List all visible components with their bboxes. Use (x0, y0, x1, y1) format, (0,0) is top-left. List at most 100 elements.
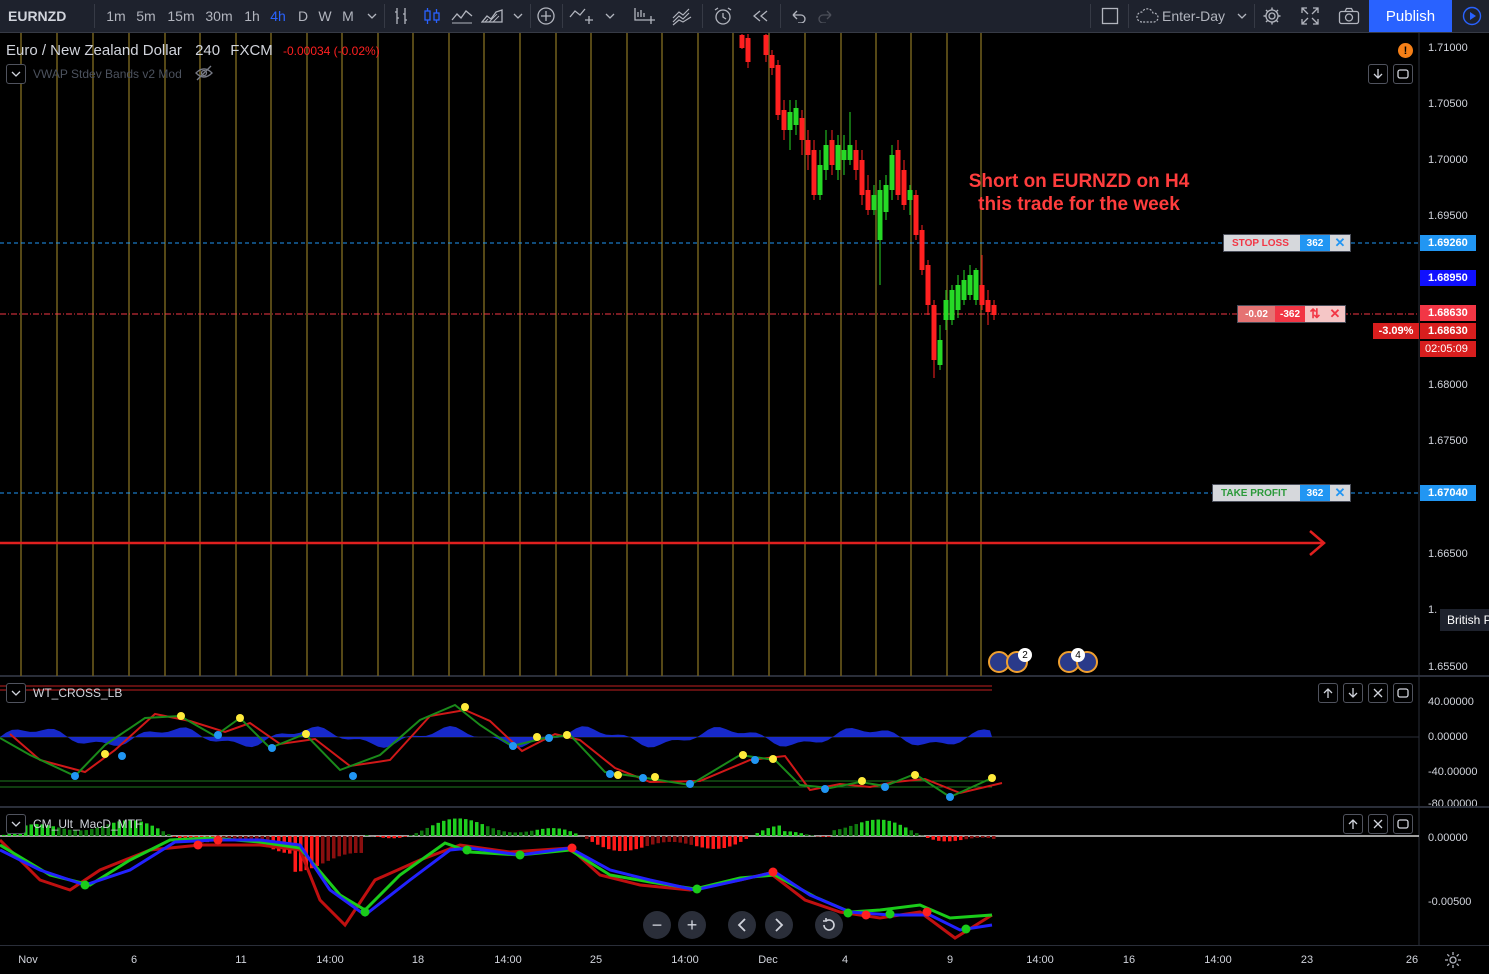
replay-icon[interactable] (746, 0, 776, 32)
interval-15m[interactable]: 15m (165, 0, 197, 32)
interval-1m[interactable]: 1m (104, 0, 128, 32)
undo-icon[interactable] (784, 0, 812, 32)
add-indicator-icon[interactable] (534, 0, 558, 32)
wt-cross-dot (739, 751, 747, 759)
wt-cross-dot (769, 755, 777, 763)
macd-histogram-bar (508, 832, 512, 836)
macd-histogram-bar (689, 836, 693, 845)
fullscreen-icon[interactable] (1296, 0, 1324, 32)
maximize-pane-icon[interactable] (1393, 814, 1413, 834)
wt-cross-title[interactable]: WT_CROSS_LB (33, 686, 122, 700)
area-style-icon[interactable] (478, 0, 506, 32)
macd-histogram-bar (700, 836, 704, 848)
indicator-legend[interactable]: VWAP Stdev Bands v2 Mod (33, 67, 182, 81)
wt-tick: -40.00000 (1428, 766, 1478, 778)
zoom-in-button[interactable]: + (678, 911, 706, 939)
time-axis[interactable]: Nov 6 11 14:00 18 14:00 25 14:00 Dec 4 9… (0, 945, 1489, 974)
close-pane-icon[interactable] (1368, 814, 1388, 834)
close-take-profit-icon[interactable]: ✕ (1330, 485, 1350, 501)
interval-w[interactable]: W (316, 0, 334, 32)
take-profit-order[interactable]: TAKE PROFIT 362 ✕ (1212, 484, 1351, 502)
interval-1h[interactable]: 1h (240, 0, 264, 32)
price-tick: 1.65500 (1428, 661, 1468, 673)
move-up-icon[interactable] (1318, 683, 1338, 703)
macd-histogram-bar (640, 836, 644, 848)
redo-icon[interactable] (812, 0, 840, 32)
scroll-left-button[interactable] (728, 911, 756, 939)
macd-histogram-bar (348, 836, 352, 854)
position-line[interactable]: -0.02 -362 ⇅ ✕ (1237, 305, 1346, 323)
single-layout-icon[interactable] (1096, 0, 1124, 32)
wt-cross-dot (821, 785, 829, 793)
macd-histogram-bar (596, 836, 600, 845)
macd-cross-dot (193, 840, 203, 850)
candle-body (775, 65, 781, 115)
time-axis-settings-icon[interactable] (1444, 951, 1462, 974)
hidden-eye-icon[interactable] (194, 64, 214, 87)
maximize-pane-icon[interactable] (1393, 64, 1413, 84)
collapse-icon[interactable] (6, 814, 26, 834)
interval-d[interactable]: D (294, 0, 312, 32)
macd-histogram-bar (733, 836, 737, 845)
interval-4h[interactable]: 4h (266, 0, 290, 32)
bars-style-icon[interactable] (388, 0, 416, 32)
close-position-icon[interactable]: ✕ (1325, 306, 1345, 322)
macd-histogram-bar (904, 827, 908, 836)
move-up-icon[interactable] (1343, 814, 1363, 834)
candle-body (913, 195, 919, 235)
warning-icon[interactable]: ! (1398, 43, 1413, 58)
stop-loss-order[interactable]: STOP LOSS 362 ✕ (1223, 234, 1351, 252)
move-down-icon[interactable] (1368, 64, 1388, 84)
position-pnl: -0.02 (1238, 306, 1275, 322)
collapse-icon[interactable] (6, 64, 26, 84)
gear-icon[interactable] (1258, 0, 1286, 32)
interval-dropdown-icon[interactable] (362, 0, 382, 32)
time-label: 11 (235, 954, 247, 966)
candles-style-icon[interactable] (418, 0, 446, 32)
toolbar-divider (702, 4, 703, 28)
macd-cross-dot (462, 845, 472, 855)
play-icon[interactable] (1455, 0, 1489, 32)
macd-histogram-bar (656, 836, 660, 844)
macd-histogram-bar (73, 830, 77, 836)
alert-icon[interactable] (708, 0, 738, 32)
close-pane-icon[interactable] (1368, 683, 1388, 703)
maximize-pane-icon[interactable] (1393, 683, 1413, 703)
publish-button[interactable]: Publish (1369, 0, 1452, 32)
indicators-icon[interactable] (630, 0, 660, 32)
cloud-icon[interactable] (1134, 0, 1162, 32)
time-label: 14:00 (494, 954, 522, 966)
compare-icon[interactable] (566, 0, 598, 32)
macd-title[interactable]: CM_Ult_MacD_MTF (33, 817, 142, 831)
macd-cross-dot (80, 880, 90, 890)
reset-chart-button[interactable] (815, 911, 843, 939)
interval-30m[interactable]: 30m (203, 0, 235, 32)
move-down-icon[interactable] (1343, 683, 1363, 703)
trade-annotation[interactable]: Short on EURNZD on H4 this trade for the… (959, 170, 1199, 216)
macd-histogram-bar (343, 836, 347, 855)
macd-histogram-bar (414, 833, 418, 836)
close-stop-loss-icon[interactable]: ✕ (1330, 235, 1350, 251)
macd-histogram-bar (607, 836, 611, 850)
interval-5m[interactable]: 5m (134, 0, 158, 32)
layout-dropdown-icon[interactable] (1232, 0, 1252, 32)
symbol-search[interactable]: EURNZD (0, 0, 92, 32)
candle-body (763, 35, 769, 55)
macd-histogram-bar (684, 836, 688, 844)
reverse-position-icon[interactable]: ⇅ (1305, 306, 1325, 322)
macd-histogram-bar (744, 836, 748, 840)
price-tick: 1.70500 (1428, 98, 1468, 110)
collapse-icon[interactable] (6, 683, 26, 703)
macd-histogram-bar (931, 836, 935, 840)
line-style-icon[interactable] (448, 0, 476, 32)
compare-dropdown-icon[interactable] (600, 0, 620, 32)
scroll-right-button[interactable] (765, 911, 793, 939)
interval-m[interactable]: M (338, 0, 358, 32)
chart-type-dropdown-icon[interactable] (508, 0, 528, 32)
countdown-tag: 02:05:09 (1420, 341, 1476, 357)
wt-cross-dot (268, 744, 276, 752)
layout-name[interactable]: Enter-Day (1162, 0, 1228, 32)
camera-icon[interactable] (1334, 0, 1364, 32)
financials-icon[interactable] (668, 0, 698, 32)
zoom-out-button[interactable]: − (643, 911, 671, 939)
